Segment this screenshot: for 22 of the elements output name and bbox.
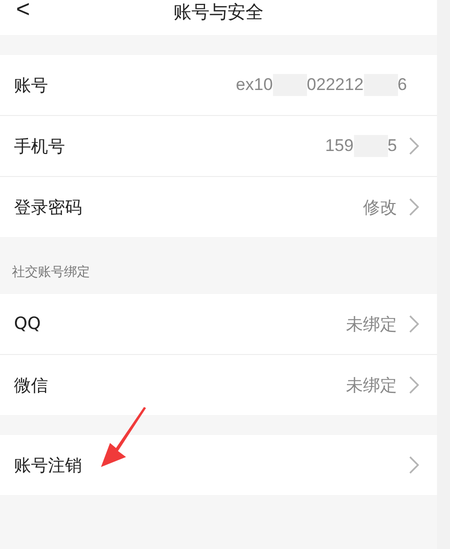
page-title: 账号与安全	[174, 0, 264, 24]
row-value: 未绑定	[346, 314, 397, 336]
settings-row[interactable]: 手机号 159 5	[0, 116, 437, 177]
row-label: 登录密码	[14, 196, 83, 218]
section-heading: 社交账号绑定	[11, 264, 91, 282]
row-value: 5	[388, 136, 397, 156]
row-value: 未绑定	[346, 374, 397, 396]
settings-row[interactable]: 登录密码 修改	[0, 177, 437, 237]
back-button[interactable]: <	[16, 0, 30, 24]
row-value: 022212	[306, 75, 364, 95]
row-value: ex10	[236, 75, 273, 95]
row-label: 手机号	[14, 136, 66, 158]
row-value: 6	[398, 75, 407, 95]
row-label: 账号	[14, 74, 49, 96]
settings-row[interactable]: 微信 未绑定	[0, 355, 437, 415]
row-value: 修改	[363, 196, 397, 218]
row-value: 159	[325, 136, 354, 156]
row-label: 账号注销	[14, 454, 83, 476]
settings-row[interactable]: 账号注销	[0, 435, 437, 495]
row-label: 微信	[14, 374, 49, 396]
row-label: QQ	[14, 314, 42, 334]
settings-row[interactable]: 账号 ex10 022212 6	[0, 55, 437, 116]
